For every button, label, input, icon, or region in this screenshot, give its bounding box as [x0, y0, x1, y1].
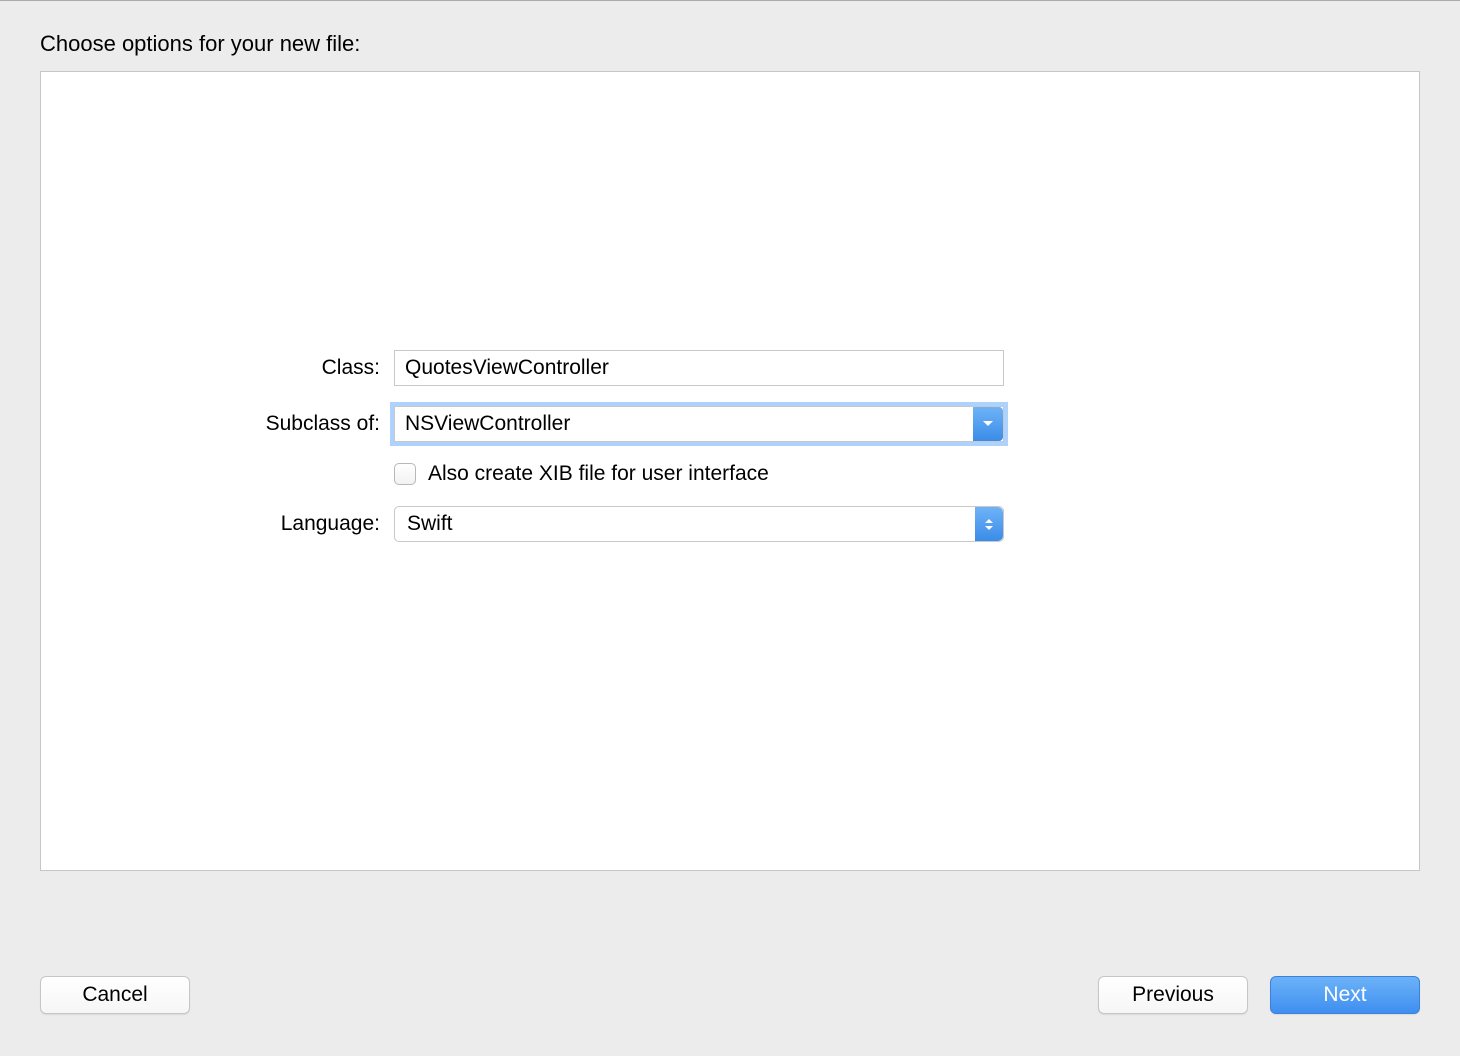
language-popup[interactable]: Swift	[394, 506, 1004, 542]
class-input[interactable]	[394, 350, 1004, 386]
chevron-up-icon	[984, 518, 994, 524]
language-popup-button[interactable]	[975, 507, 1003, 541]
xib-checkbox[interactable]	[394, 463, 416, 485]
right-buttons: Previous Next	[1098, 976, 1420, 1014]
class-row: Class:	[81, 350, 1379, 386]
class-label: Class:	[81, 356, 394, 380]
subclass-input[interactable]	[395, 407, 973, 441]
subclass-label: Subclass of:	[81, 412, 394, 436]
language-row: Language: Swift	[81, 506, 1379, 542]
new-file-dialog: Choose options for your new file: Class:…	[0, 0, 1460, 1056]
dialog-title: Choose options for your new file:	[0, 9, 1460, 71]
subclass-row: Subclass of:	[81, 406, 1379, 442]
language-label: Language:	[81, 512, 394, 536]
chevron-down-icon	[984, 525, 994, 531]
cancel-button[interactable]: Cancel	[40, 976, 190, 1014]
content-panel: Class: Subclass of: Also create XIB file…	[40, 71, 1420, 871]
left-buttons: Cancel	[40, 976, 190, 1014]
next-button[interactable]: Next	[1270, 976, 1420, 1014]
form-area: Class: Subclass of: Also create XIB file…	[41, 350, 1419, 562]
subclass-combo[interactable]	[394, 406, 1004, 442]
button-bar: Cancel Previous Next	[40, 976, 1420, 1014]
subclass-dropdown-button[interactable]	[973, 407, 1003, 441]
language-value: Swift	[395, 507, 975, 541]
class-input-wrap	[394, 350, 1004, 386]
xib-checkbox-label: Also create XIB file for user interface	[428, 462, 769, 486]
previous-button[interactable]: Previous	[1098, 976, 1248, 1014]
xib-checkbox-row: Also create XIB file for user interface	[394, 462, 1379, 486]
chevron-down-icon	[982, 420, 994, 428]
